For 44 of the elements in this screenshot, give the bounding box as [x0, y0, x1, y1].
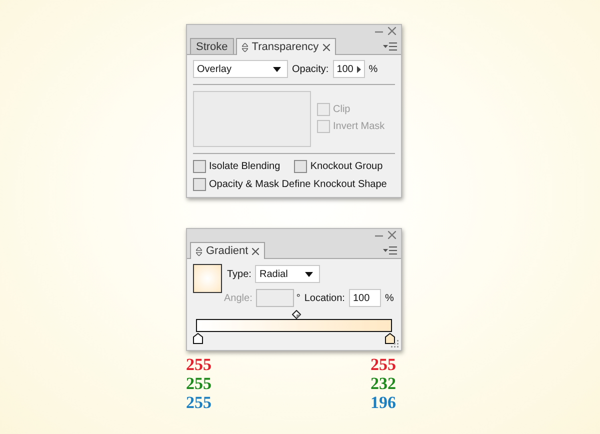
location-label: Location:: [304, 292, 345, 304]
checkbox-label: Opacity & Mask Define Knockout Shape: [209, 179, 387, 190]
panel-tab[interactable]: Transparency: [236, 38, 336, 55]
percent-label: %: [368, 64, 378, 74]
checkbox-label: Clip: [333, 104, 350, 115]
opacity-field[interactable]: 100: [332, 60, 365, 78]
close-icon[interactable]: [388, 27, 396, 35]
degree-label: °: [296, 292, 300, 304]
panel-tab[interactable]: Gradient: [190, 242, 266, 259]
color-stop[interactable]: [193, 333, 203, 344]
blend-mode-dropdown[interactable]: Overlay: [193, 60, 288, 78]
color-stop[interactable]: [385, 333, 395, 344]
channel-value: 255: [370, 355, 396, 374]
checkbox-label: Isolate Blending: [209, 161, 280, 172]
percent-label: %: [384, 292, 394, 304]
checkbox[interactable]: [193, 160, 206, 173]
location-field[interactable]: 100: [348, 289, 381, 307]
midpoint-diamond-icon[interactable]: [292, 310, 300, 319]
dropdown-arrow-icon[interactable]: [273, 66, 281, 72]
angle-label: Angle:: [224, 292, 252, 304]
channel-value: 255: [186, 374, 212, 393]
checkbox[interactable]: [193, 178, 206, 191]
channel-value: 255: [186, 393, 212, 412]
opacity-label: Opacity:: [292, 64, 329, 74]
channel-value: 232: [370, 374, 396, 393]
close-icon[interactable]: [388, 231, 396, 239]
panel-menu-icon[interactable]: [383, 246, 397, 255]
dropdown-arrow-icon[interactable]: [305, 272, 314, 276]
checkbox-label: Knockout Group: [310, 161, 383, 172]
type-dropdown[interactable]: Radial: [255, 265, 320, 283]
arrows-icon[interactable]: [242, 42, 248, 52]
checkbox-label: Invert Mask: [333, 121, 385, 132]
type-label: Type:: [227, 268, 252, 280]
gradient-swatch[interactable]: [193, 264, 222, 293]
close-icon[interactable]: [252, 248, 260, 254]
close-icon[interactable]: [322, 44, 330, 50]
checkbox[interactable]: [294, 160, 308, 173]
panel-menu-icon[interactable]: [383, 42, 397, 51]
channel-value: 255: [186, 355, 212, 374]
resize-grip-icon[interactable]: [391, 340, 399, 348]
channel-value: 196: [370, 393, 396, 412]
arrow-right-icon[interactable]: [356, 66, 361, 72]
arrows-icon[interactable]: [196, 246, 202, 256]
panel-tab[interactable]: Stroke: [190, 38, 234, 54]
